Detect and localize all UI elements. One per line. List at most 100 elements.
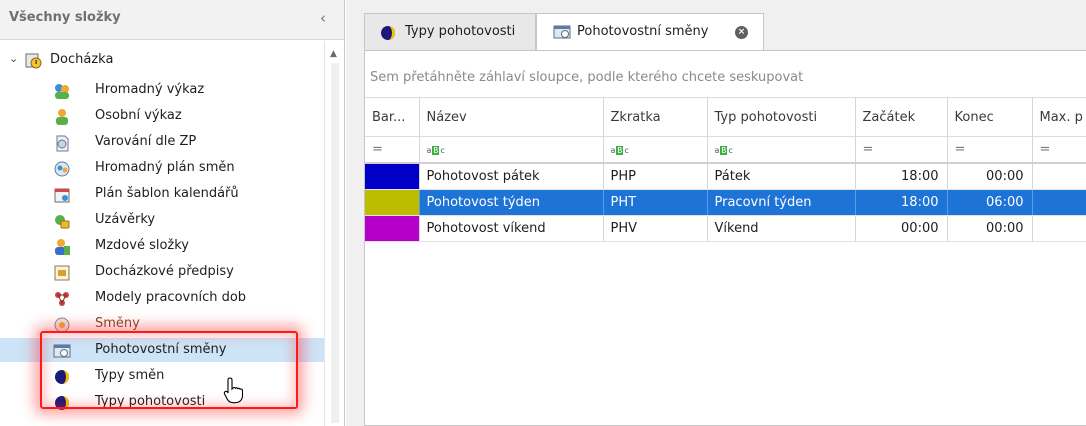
tab-label: Typy pohotovosti: [405, 24, 516, 39]
end-cell[interactable]: 00:00: [947, 215, 1033, 242]
start-cell[interactable]: 00:00: [855, 215, 948, 242]
column-header-barva[interactable]: Bar...: [365, 97, 420, 137]
tree-item-typy-smen[interactable]: Typy směn: [0, 364, 324, 388]
color-cell[interactable]: [365, 189, 420, 216]
content-panel: Typy pohotovosti Pohotovostní směny × Se…: [346, 0, 1086, 426]
column-header-zkratka[interactable]: Zkratka: [603, 97, 708, 137]
scroll-thumb[interactable]: [331, 63, 339, 423]
text-filter-icon: aBc: [426, 145, 445, 155]
color-cell[interactable]: [365, 162, 420, 190]
tree-item-hromadny-vykaz[interactable]: Hromadný výkaz: [0, 78, 324, 102]
filter-row: = aBc aBc aBc = = =: [365, 136, 1086, 164]
folders-panel: Všechny složky ‹ ⌄ Docházka Hromadný výk…: [0, 0, 345, 426]
tree-item-osobni-vykaz[interactable]: Osobní výkaz: [0, 104, 324, 128]
filter-cell[interactable]: aBc: [419, 136, 604, 164]
folder-tree: ⌄ Docházka Hromadný výkaz Osobní výkaz V…: [0, 41, 324, 426]
tree-item-label: Modely pracovních dob: [95, 290, 247, 305]
tree-item-label: Typy pohotovosti: [95, 394, 206, 409]
group-calendar-icon: [53, 160, 70, 177]
max-cell[interactable]: [1032, 215, 1086, 242]
tree-scrollbar[interactable]: ▲: [324, 41, 344, 426]
filter-cell[interactable]: =: [365, 136, 420, 164]
column-header-typ-pohotovosti[interactable]: Typ pohotovosti: [707, 97, 856, 137]
close-tab-icon[interactable]: ×: [735, 26, 748, 39]
name-cell[interactable]: Pohotovost víkend: [419, 215, 604, 242]
table-row[interactable]: Pohotovost týden PHT Pracovní týden 18:0…: [365, 189, 1086, 216]
warning-document-icon: [53, 134, 69, 152]
tree-item-modely-pracovnich-dob[interactable]: Modely pracovních dob: [0, 286, 324, 310]
filter-cell[interactable]: aBc: [707, 136, 856, 164]
end-cell[interactable]: 06:00: [947, 189, 1033, 216]
text-filter-icon: aBc: [610, 145, 629, 155]
end-cell[interactable]: 00:00: [947, 162, 1033, 190]
equals-filter-icon: =: [862, 141, 874, 157]
tree-item-dochazkove-predpisy[interactable]: Docházkové předpisy: [0, 260, 324, 284]
collapse-panel-button[interactable]: ‹: [320, 9, 326, 27]
tree-item-mzdove-slozky[interactable]: Mzdové složky: [0, 234, 324, 258]
name-cell[interactable]: Pohotovost pátek: [419, 162, 604, 190]
group-by-panel[interactable]: Sem přetáhněte záhlaví sloupce, podle kt…: [365, 51, 1086, 97]
header-row: Bar... Název Zkratka Typ pohotovosti Zač…: [365, 97, 1086, 137]
tree-item-pohotovostni-smeny[interactable]: Pohotovostní směny: [0, 338, 324, 362]
table-row[interactable]: Pohotovost pátek PHP Pátek 18:00 00:00: [365, 162, 1086, 190]
tree-root-label: Docházka: [50, 52, 114, 67]
table-row[interactable]: Pohotovost víkend PHV Víkend 00:00 00:00: [365, 215, 1086, 242]
color-swatch: [365, 215, 418, 240]
filter-cell[interactable]: =: [947, 136, 1033, 164]
filter-cell[interactable]: =: [855, 136, 948, 164]
name-cell[interactable]: Pohotovost týden: [419, 189, 604, 216]
filter-cell[interactable]: aBc: [603, 136, 708, 164]
color-cell[interactable]: [365, 215, 420, 242]
payroll-icon: [53, 238, 70, 255]
column-header-max[interactable]: Max. p: [1032, 97, 1086, 137]
max-cell[interactable]: [1032, 162, 1086, 190]
abbr-cell[interactable]: PHP: [603, 162, 708, 190]
equals-filter-icon: =: [954, 141, 966, 157]
document-tabs: Typy pohotovosti Pohotovostní směny ×: [346, 0, 1086, 56]
column-header-konec[interactable]: Konec: [947, 97, 1033, 137]
shift-icon: [53, 316, 70, 333]
standby-type-icon: [53, 394, 69, 410]
color-swatch: [365, 189, 418, 214]
column-header-zacatek[interactable]: Začátek: [855, 97, 948, 137]
standby-shifts-grid: Sem přetáhněte záhlaví sloupce, podle kt…: [364, 50, 1086, 426]
tree-item-plan-sablon[interactable]: Plán šablon kalendářů: [0, 182, 324, 206]
tree-item-hromadny-plan[interactable]: Hromadný plán směn: [0, 156, 324, 180]
tree-item-uzaverky[interactable]: Uzávěrky: [0, 208, 324, 232]
data-grid: Bar... Název Zkratka Typ pohotovosti Zač…: [365, 97, 1086, 242]
chevron-down-icon[interactable]: ⌄: [9, 52, 18, 65]
tree-item-smeny[interactable]: Směny: [0, 312, 324, 336]
abbr-cell[interactable]: PHT: [603, 189, 708, 216]
hand-cursor-icon: [223, 377, 244, 404]
start-cell[interactable]: 18:00: [855, 162, 948, 190]
filter-cell[interactable]: =: [1032, 136, 1086, 164]
attendance-icon: [24, 51, 44, 75]
start-cell[interactable]: 18:00: [855, 189, 948, 216]
tree-item-label: Směny: [95, 316, 140, 331]
equals-filter-icon: =: [372, 141, 383, 157]
tree-item-typy-pohotovosti[interactable]: Typy pohotovosti: [0, 390, 324, 414]
type-cell[interactable]: Víkend: [707, 215, 856, 242]
tab-pohotovostni-smeny[interactable]: Pohotovostní směny ×: [536, 13, 764, 51]
tree-item-label: Osobní výkaz: [95, 108, 182, 123]
abbr-cell[interactable]: PHV: [603, 215, 708, 242]
folders-title: Všechny složky: [9, 10, 121, 25]
shift-type-icon: [53, 368, 69, 384]
folders-header: Všechny složky ‹: [0, 0, 344, 40]
tree-item-label: Varování dle ZP: [95, 134, 197, 149]
type-cell[interactable]: Pátek: [707, 162, 856, 190]
standby-shift-icon: [53, 342, 71, 358]
tab-label: Pohotovostní směny: [577, 24, 709, 39]
tree-root-dochazka[interactable]: ⌄ Docházka: [0, 50, 324, 72]
rules-icon: [53, 264, 70, 281]
max-cell[interactable]: [1032, 189, 1086, 216]
equals-filter-icon: =: [1039, 141, 1051, 157]
column-header-nazev[interactable]: Název: [419, 97, 604, 137]
tab-typy-pohotovosti[interactable]: Typy pohotovosti: [364, 13, 536, 50]
tree-item-varovani[interactable]: Varování dle ZP: [0, 130, 324, 154]
scroll-up-icon[interactable]: ▲: [330, 49, 337, 59]
tree-item-label: Mzdové složky: [95, 238, 189, 253]
type-cell[interactable]: Pracovní týden: [707, 189, 856, 216]
standby-type-icon: [379, 24, 397, 46]
standby-shift-icon: [553, 24, 573, 44]
